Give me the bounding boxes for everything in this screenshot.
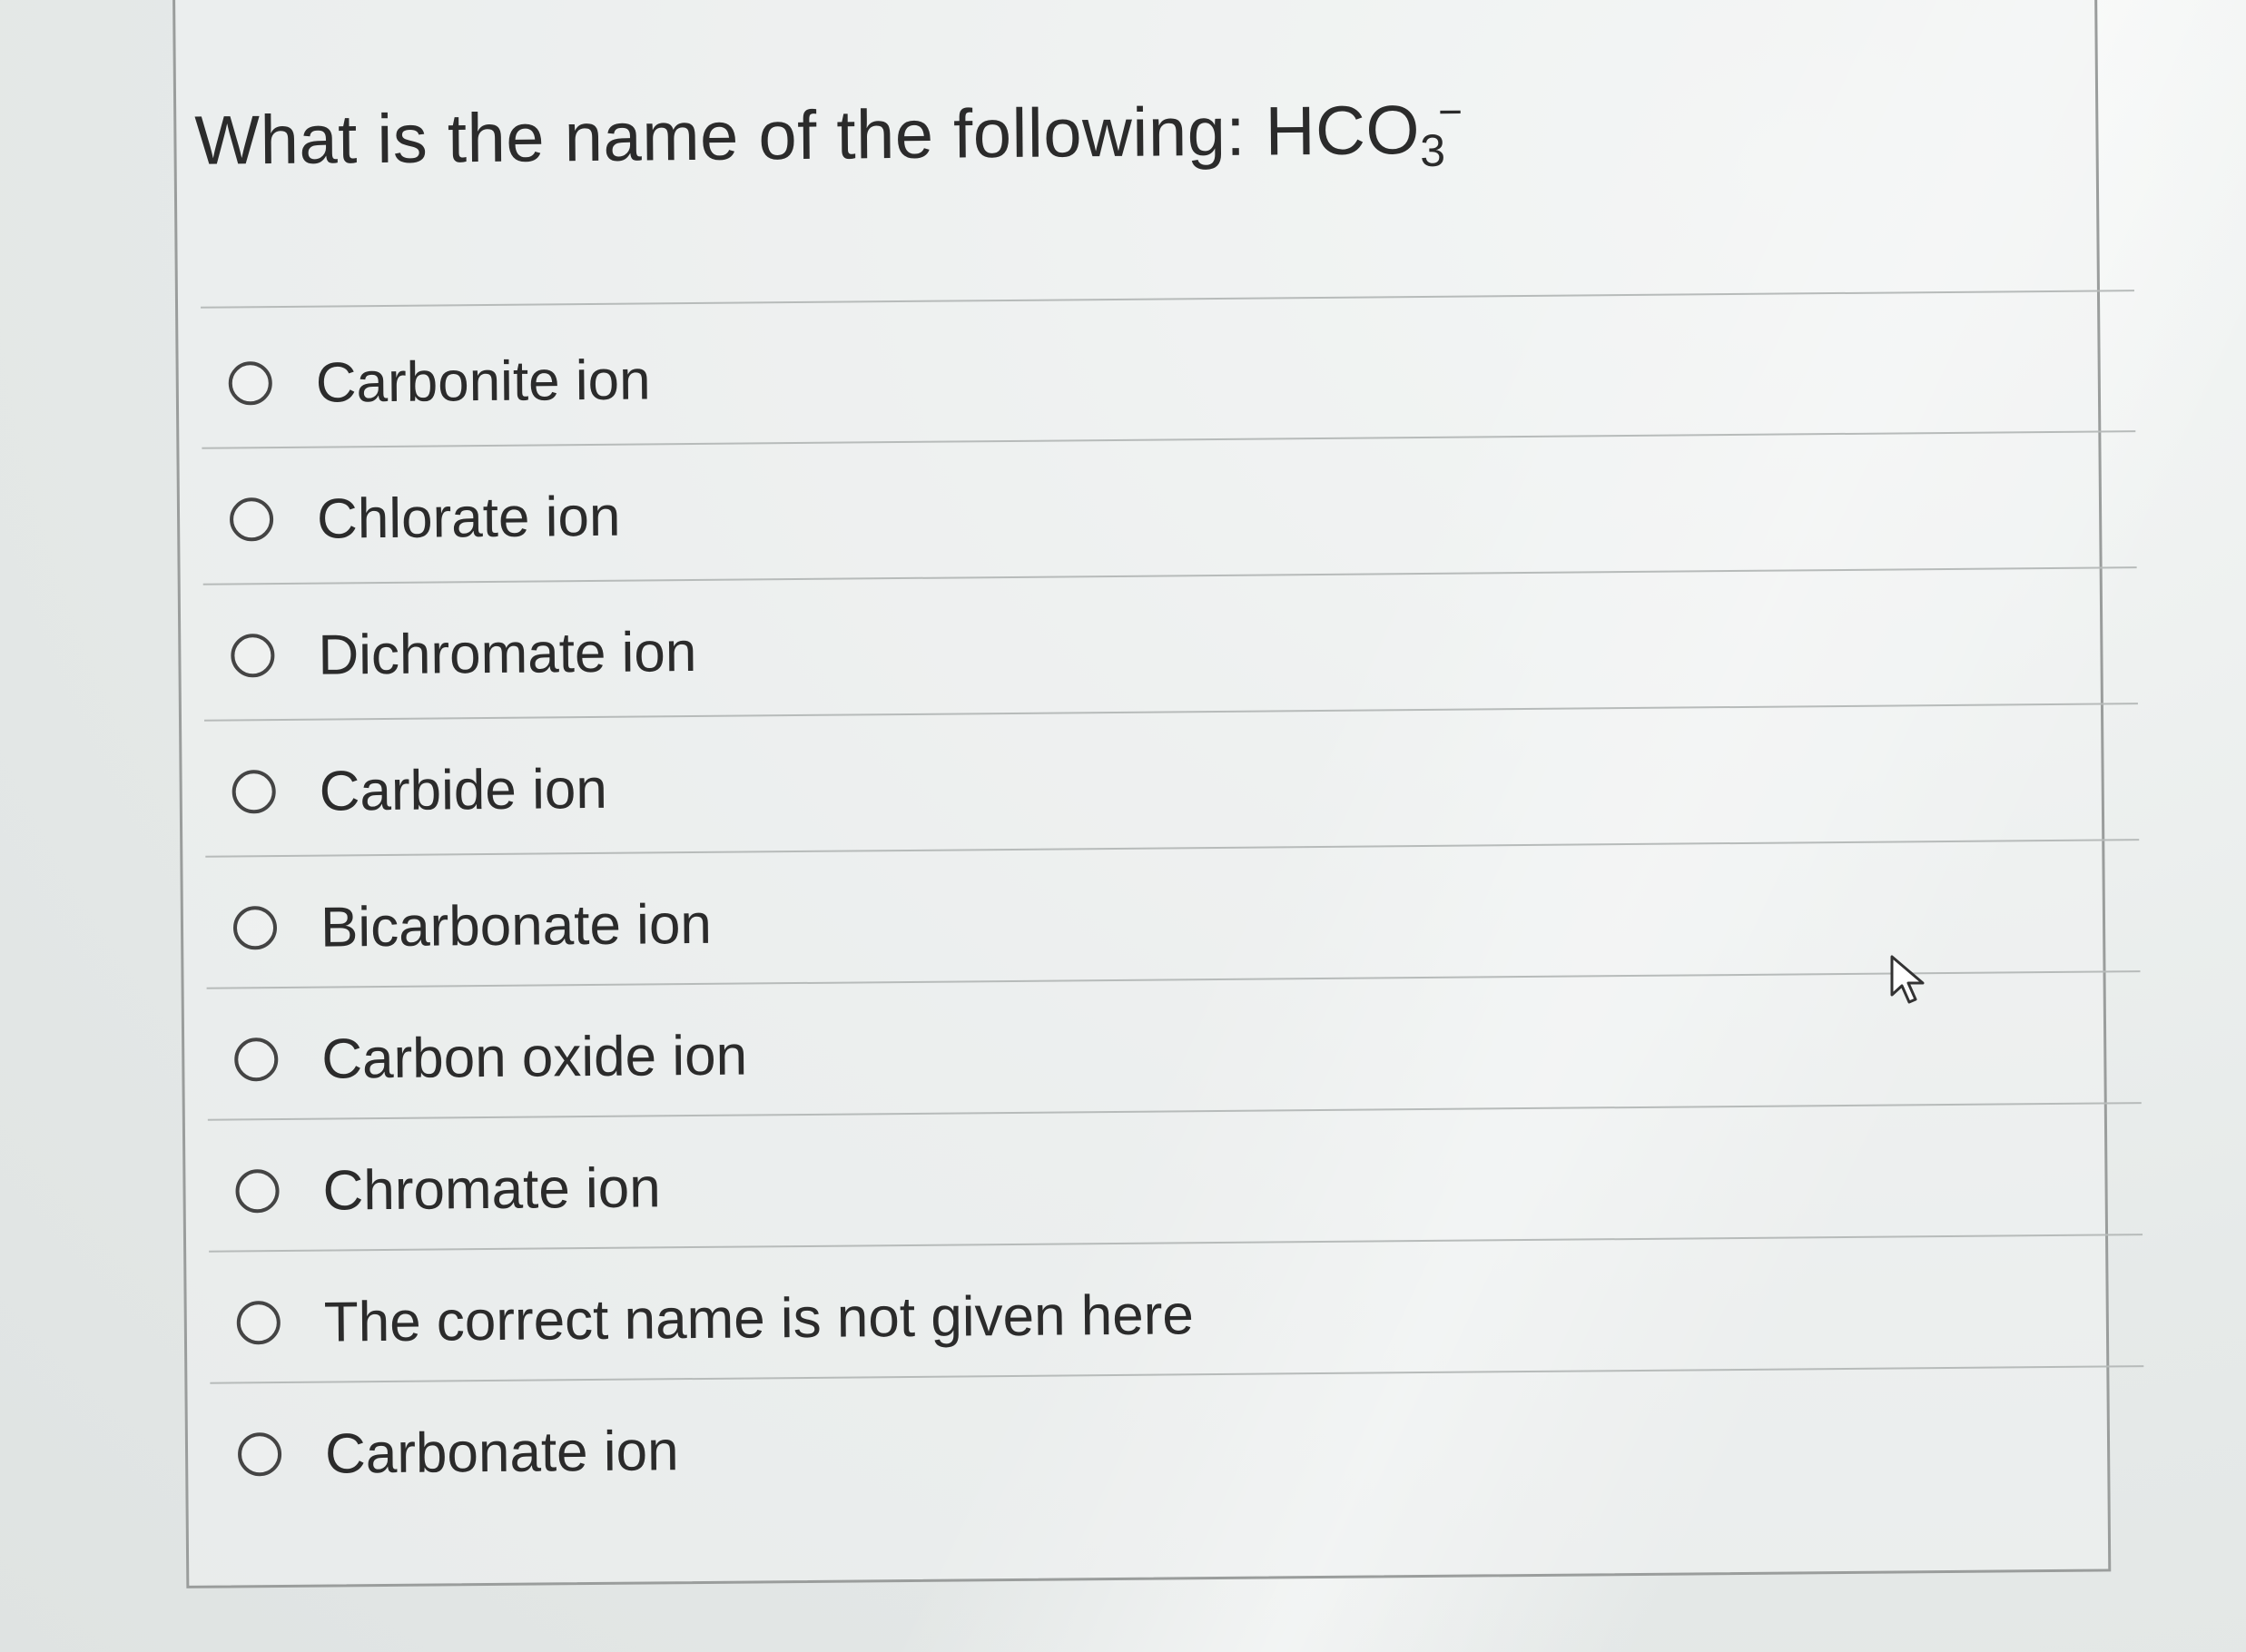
answer-option[interactable]: Dichromate ion <box>231 606 697 701</box>
option-divider <box>206 970 2141 989</box>
option-divider <box>204 703 2138 722</box>
answer-option[interactable]: The correct name is not given here <box>236 1269 1194 1368</box>
question-panel: What is the name of the following: HCO3−… <box>172 0 2144 1588</box>
answer-option-label: Chlorate ion <box>316 485 621 551</box>
answer-option-label: Carbide ion <box>319 757 608 823</box>
radio-unchecked-icon[interactable] <box>228 361 272 406</box>
answer-option[interactable]: Carbon oxide ion <box>234 1010 748 1106</box>
radio-unchecked-icon[interactable] <box>231 770 276 814</box>
answer-option[interactable]: Carbonite ion <box>228 334 651 428</box>
radio-unchecked-icon[interactable] <box>234 1037 279 1082</box>
answer-option-label: Carbonate ion <box>324 1419 679 1486</box>
question-prefix: What is the name of the following: <box>194 93 1266 180</box>
radio-unchecked-icon[interactable] <box>229 497 274 542</box>
question-text: What is the name of the following: HCO3− <box>194 87 1463 188</box>
formula-charge: − <box>1437 87 1463 135</box>
radio-unchecked-icon[interactable] <box>231 634 275 678</box>
answer-option[interactable]: Chromate ion <box>235 1142 661 1236</box>
option-divider <box>202 566 2137 585</box>
answer-option-label: Bicarbonate ion <box>320 892 713 959</box>
answer-option-label: Carbonite ion <box>315 348 651 415</box>
radio-unchecked-icon[interactable] <box>236 1301 281 1345</box>
answer-option[interactable]: Bicarbonate ion <box>232 879 713 974</box>
option-divider <box>205 839 2140 858</box>
radio-unchecked-icon[interactable] <box>232 906 278 950</box>
mouse-pointer-icon <box>1890 955 1925 1004</box>
radio-unchecked-icon[interactable] <box>235 1169 280 1214</box>
question-divider <box>201 290 2134 309</box>
chemical-formula: HCO3− <box>1265 88 1463 176</box>
option-divider <box>210 1365 2144 1384</box>
answer-option-label: The correct name is not given here <box>323 1283 1195 1354</box>
screen-background: What is the name of the following: HCO3−… <box>0 0 2246 1652</box>
formula-base: HCO <box>1265 92 1421 171</box>
option-divider <box>207 1102 2142 1121</box>
option-divider <box>209 1234 2143 1253</box>
answer-option[interactable]: Chlorate ion <box>229 471 621 565</box>
answer-option[interactable]: Carbonate ion <box>237 1405 679 1500</box>
answer-option-label: Dichromate ion <box>318 620 697 687</box>
answer-option-label: Carbon oxide ion <box>320 1024 748 1091</box>
radio-unchecked-icon[interactable] <box>237 1432 282 1477</box>
answer-option[interactable]: Carbide ion <box>231 743 607 838</box>
answer-option-label: Chromate ion <box>322 1155 662 1223</box>
option-divider <box>202 430 2136 449</box>
